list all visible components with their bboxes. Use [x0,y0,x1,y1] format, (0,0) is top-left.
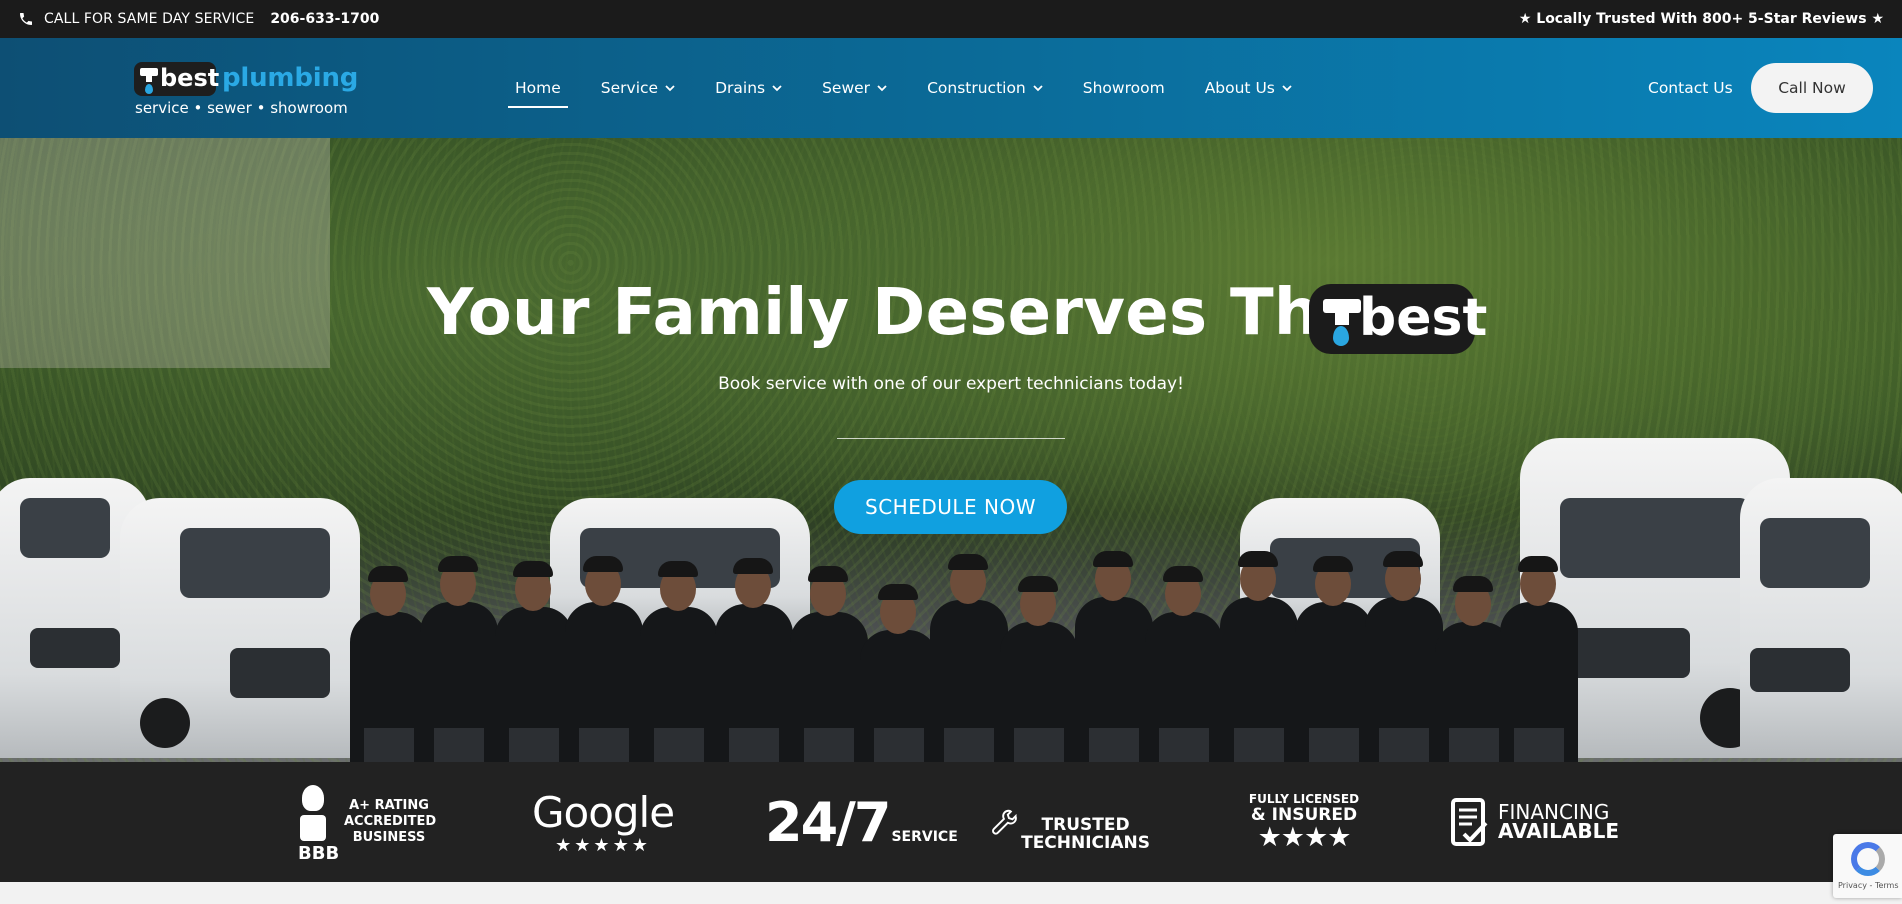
google-logo: Google [531,788,675,837]
technicians-text: TECHNICIANS [1021,833,1150,853]
nav-item-label: Service [600,79,659,97]
financing-badge: FINANCING AVAILABLE [1450,776,1625,868]
service-text: SERVICE [891,829,958,845]
logo-word-plumbing: plumbing [222,63,359,93]
licensed-stars: ★★★★ [1257,822,1352,853]
google-stars: ★★★★★ [555,835,651,856]
bbb-badge: BBB A+ RATING ACCREDITED BUSINESS [298,776,445,868]
nav-item-service[interactable]: Service [591,38,685,138]
chevron-down-icon [772,85,782,92]
nav-item-construction[interactable]: Construction [917,38,1053,138]
nav-item-label: Construction [927,79,1026,97]
hero-best-badge: best [1309,284,1487,354]
nav-item-label: About Us [1204,79,1275,97]
google-badge: Google ★★★★★ [532,776,675,868]
bbb-torch-icon: BBB [298,785,339,864]
nav-item-label: Sewer [822,79,871,97]
bbb-logo-text: BBB [298,843,340,864]
nav-item-label: Home [515,79,561,97]
document-check-icon [1451,798,1488,846]
nav-item-showroom[interactable]: Showroom [1073,38,1175,138]
phone-number[interactable]: 206-633-1700 [270,11,379,27]
nav-item-sewer[interactable]: Sewer [812,38,897,138]
bbb-rating-text: A+ RATING ACCREDITED BUSINESS [344,798,437,845]
nav-item-label: Drains [715,79,766,97]
hero-title: Your Family Deserves The [427,276,1364,350]
site-header: best plumbing service • sewer • showroom… [0,38,1902,138]
chevron-down-icon [1282,85,1292,92]
trust-badges-bar: BBB A+ RATING ACCREDITED BUSINESS Google… [0,762,1902,882]
recaptcha-terms[interactable]: Privacy - Terms [1838,881,1899,890]
phone-icon [20,13,32,25]
call-now-button[interactable]: Call Now [1751,63,1873,113]
chevron-down-icon [1033,85,1043,92]
nav-item-about-us[interactable]: About Us [1195,38,1302,138]
trusted-text: TRUSTED [1041,815,1130,835]
nav-item-home[interactable]: Home [505,38,571,138]
main-nav: Home Service Drains Sewer Construction S… [505,38,1322,138]
water-drop-icon [1333,326,1349,346]
fully-licensed-text: FULLY LICENSED [1248,792,1360,806]
trusted-technicians-badge: TRUSTED TECHNICIANS [990,776,1150,868]
logo-badge: best [134,62,220,96]
wrench-icon [992,809,1017,835]
hero-section: Your Family Deserves The best Book servi… [0,138,1902,762]
schedule-now-button[interactable]: SCHEDULE NOW [834,480,1067,534]
call-cta[interactable]: CALL FOR SAME DAY SERVICE 206-633-1700 [18,11,379,27]
recaptcha-badge[interactable]: Privacy - Terms [1833,834,1902,898]
recaptcha-icon [1851,842,1885,876]
24-7-service-badge: 24/7 SERVICE [765,776,958,868]
chevron-down-icon [665,85,675,92]
24-7-text: 24/7 [765,790,891,854]
hero-badge-word: best [1359,288,1488,348]
nav-item-drains[interactable]: Drains [705,38,792,138]
financing-text: FINANCING AVAILABLE [1498,802,1620,843]
site-logo[interactable]: best plumbing service • sewer • showroom [134,62,358,118]
logo-word-best: best [160,64,220,92]
financing-line2: AVAILABLE [1498,819,1620,843]
nav-item-label: Showroom [1082,79,1165,97]
contact-us-link[interactable]: Contact Us [1648,79,1733,97]
top-bar: CALL FOR SAME DAY SERVICE 206-633-1700 ★… [0,0,1902,38]
logo-tagline: service • sewer • showroom [135,99,348,117]
hero-content: Your Family Deserves The best Book servi… [0,138,1902,762]
reviews-text: ★ Locally Trusted With 800+ 5-Star Revie… [1518,11,1884,27]
water-drop-icon [145,84,153,94]
same-day-service-text: CALL FOR SAME DAY SERVICE [44,11,255,27]
hero-divider [837,438,1065,439]
trusted-technicians-text: TRUSTED TECHNICIANS [1021,816,1150,852]
hero-subtitle: Book service with one of our expert tech… [718,374,1184,394]
chevron-down-icon [877,85,887,92]
page-bottom-strip [0,882,1902,904]
licensed-insured-badge: FULLY LICENSED & INSURED ★★★★ [1248,776,1360,868]
